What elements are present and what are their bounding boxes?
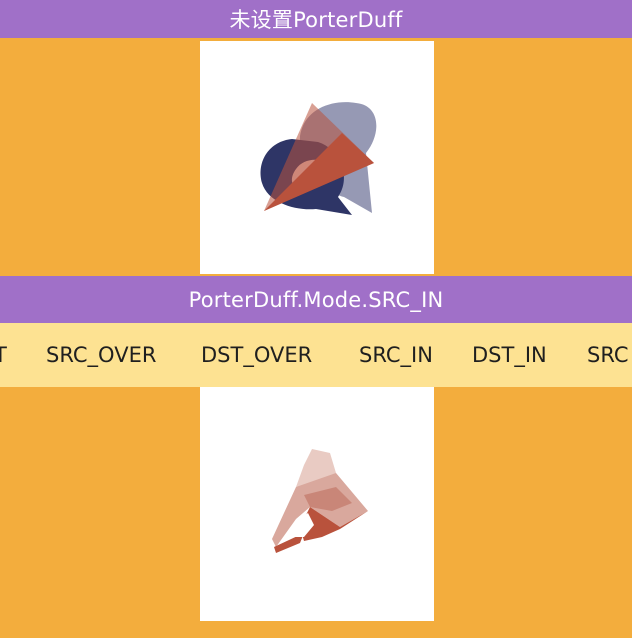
preview-canvas-original — [200, 41, 434, 274]
composite-shapes-graphic — [260, 102, 377, 215]
src-in-result-graphic — [272, 449, 368, 553]
current-mode-label: PorterDuff.Mode.SRC_IN — [188, 287, 444, 312]
mode-tab-src-in[interactable]: SRC_IN — [359, 323, 433, 387]
preview-canvas-src-in — [200, 387, 434, 621]
mode-tab-dst-over[interactable]: DST_OVER — [201, 323, 312, 387]
mode-tab-dst-in[interactable]: DST_IN — [472, 323, 547, 387]
mode-tab-src-over[interactable]: SRC_OVER — [46, 323, 156, 387]
page-title: 未设置PorterDuff — [229, 8, 403, 32]
mode-tab-partial[interactable]: T — [0, 323, 7, 387]
title-bar: 未设置PorterDuff — [0, 0, 632, 38]
mode-tab-strip[interactable]: T SRC_OVER DST_OVER SRC_IN DST_IN SRC — [0, 323, 632, 387]
current-mode-bar: PorterDuff.Mode.SRC_IN — [0, 276, 632, 323]
mode-tab-src-partial[interactable]: SRC — [587, 323, 629, 387]
